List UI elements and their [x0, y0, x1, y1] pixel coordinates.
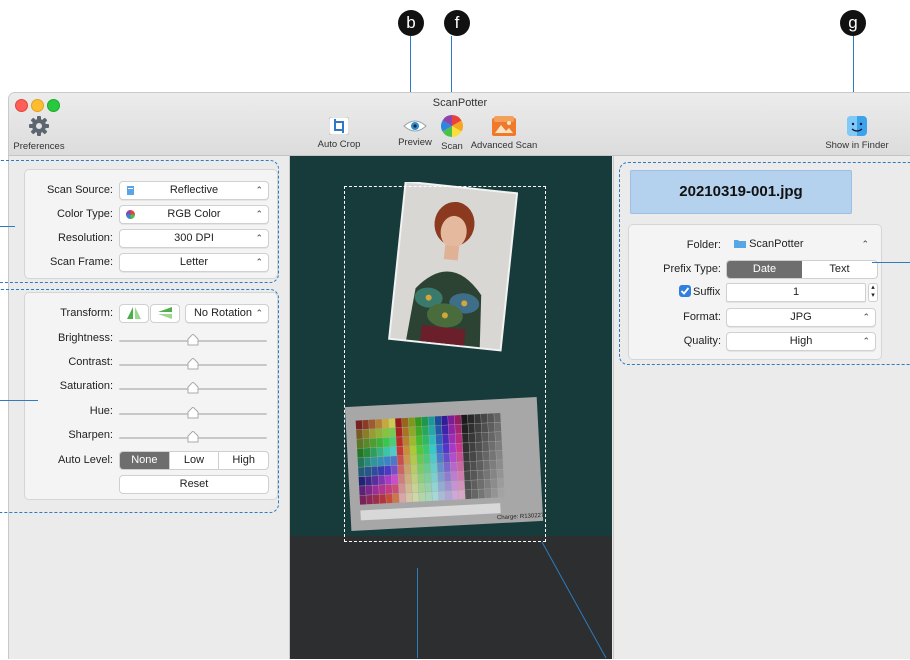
photo-icon: [492, 116, 516, 136]
leader-crop-corner: [541, 541, 607, 659]
preview-button[interactable]: Preview: [394, 119, 436, 148]
eye-icon: [403, 120, 427, 132]
scan-label: Scan: [441, 141, 463, 152]
preferences-button[interactable]: Preferences: [13, 115, 65, 152]
leader-right: [872, 262, 910, 263]
preferences-label: Preferences: [13, 141, 65, 152]
annotation-scan-settings-box: [0, 160, 279, 283]
advanced-scan-label: Advanced Scan: [470, 140, 538, 151]
auto-crop-button[interactable]: Auto Crop: [314, 117, 364, 150]
callout-f: f: [444, 10, 470, 36]
show-in-finder-label: Show in Finder: [825, 140, 889, 151]
finder-icon: [847, 116, 867, 136]
color-wheel-icon: [441, 115, 463, 137]
gear-icon: [29, 116, 49, 136]
show-in-finder-button[interactable]: Show in Finder: [821, 116, 893, 151]
window-title: ScanPotter: [432, 97, 488, 109]
crop-icon: [329, 117, 349, 135]
scan-button[interactable]: Scan: [437, 115, 467, 152]
leader-preview-bottom: [417, 568, 418, 658]
callout-b: b: [398, 10, 424, 36]
leader-left-mid: [0, 400, 38, 401]
preview-label: Preview: [398, 137, 432, 148]
annotation-adjustments-box: [0, 289, 279, 513]
annotation-output-box: [619, 162, 910, 365]
leader-left-top: [0, 226, 15, 227]
callout-g: g: [840, 10, 866, 36]
crop-selection[interactable]: [344, 186, 546, 542]
advanced-scan-button[interactable]: Advanced Scan: [469, 116, 539, 151]
auto-crop-label: Auto Crop: [317, 139, 361, 150]
toolbar: ScanPotter Preferences Auto Crop Preview…: [9, 93, 910, 156]
